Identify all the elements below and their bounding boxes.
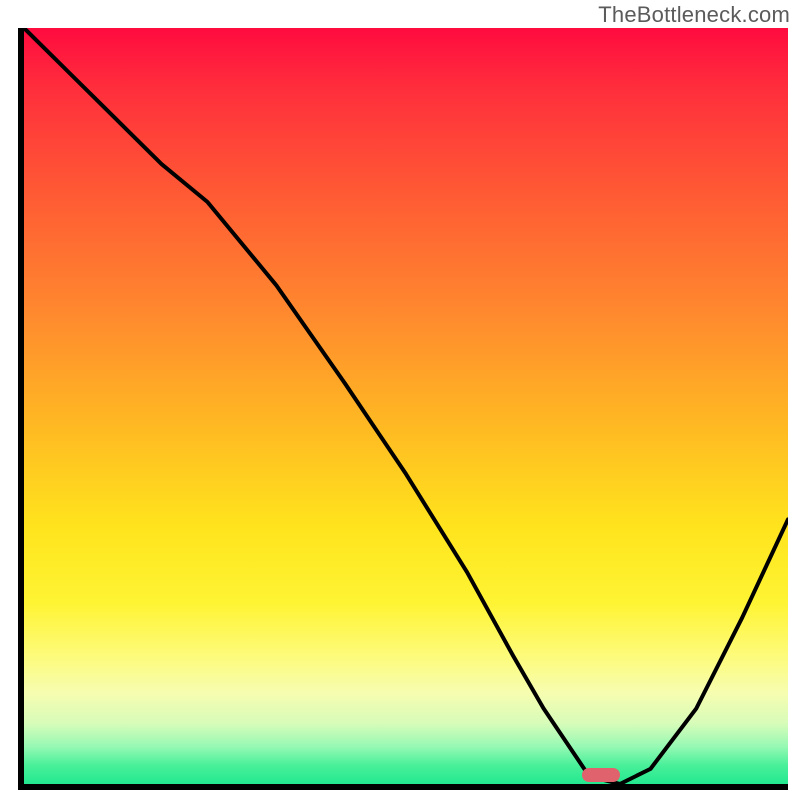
plot-frame bbox=[18, 28, 788, 790]
bottleneck-curve bbox=[24, 28, 788, 784]
optimum-marker bbox=[582, 768, 620, 782]
plot-area bbox=[24, 28, 788, 784]
chart-container: TheBottleneck.com bbox=[0, 0, 800, 800]
watermark-text: TheBottleneck.com bbox=[598, 2, 790, 28]
